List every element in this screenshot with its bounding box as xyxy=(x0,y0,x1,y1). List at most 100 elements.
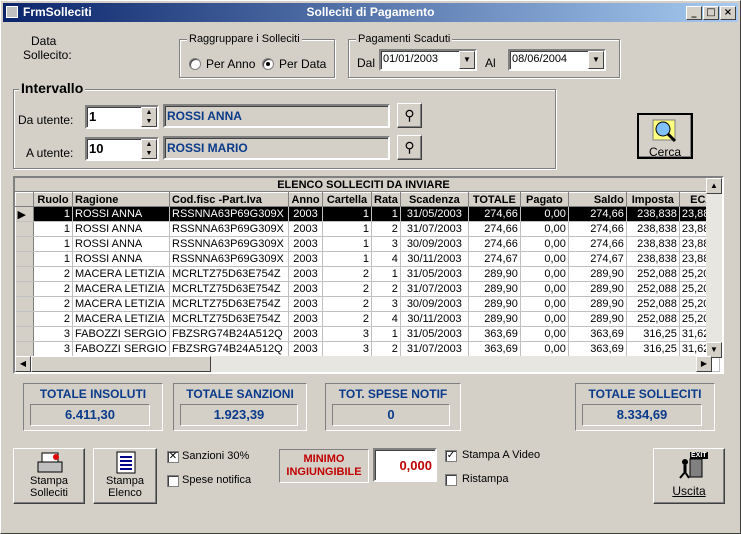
dal-dropdown-icon[interactable]: ▼ xyxy=(459,51,475,69)
scroll-up-icon[interactable]: ▲ xyxy=(706,178,722,194)
row-selector[interactable] xyxy=(15,236,34,252)
scroll-left-icon[interactable]: ◀ xyxy=(15,356,31,372)
ristampa-checkbox[interactable] xyxy=(445,474,457,486)
table-cell: 2003 xyxy=(288,206,323,222)
column-header[interactable]: Imposta xyxy=(625,192,680,207)
spese-notif-value: 0 xyxy=(332,404,450,426)
dal-date-value: 01/01/2003 xyxy=(383,53,439,65)
table-cell: 274,67 xyxy=(468,251,521,267)
al-label: Al xyxy=(485,56,496,70)
column-header[interactable]: Cartella xyxy=(322,192,372,207)
row-selector[interactable] xyxy=(15,296,34,312)
table-row[interactable]: 3 FABOZZI SERGIO FBZSRG74B24A512Q 2003 3 1 31/… xyxy=(15,326,720,342)
minimo-ingiungibile-box: MINIMO INGIUNGIBILE xyxy=(279,449,369,483)
column-header[interactable]: Pagato xyxy=(519,192,569,207)
binoculars-da-button[interactable]: ⚲ xyxy=(397,103,422,128)
table-cell: 1 xyxy=(371,266,401,282)
row-selector[interactable] xyxy=(15,266,34,282)
table-cell: 31/05/2003 xyxy=(400,326,469,342)
spese-notif-panel: TOT. SPESE NOTIF 0 xyxy=(325,383,461,431)
table-cell: 238,838 xyxy=(626,251,680,267)
stampa-elenco-button[interactable]: Stampa Elenco xyxy=(93,448,157,504)
table-cell: 0,00 xyxy=(520,311,569,327)
table-cell: RSSNNA63P69G309X xyxy=(169,236,289,252)
cerca-button[interactable]: Cerca xyxy=(637,113,693,159)
row-selector[interactable] xyxy=(15,251,34,267)
row-selector[interactable] xyxy=(15,326,34,342)
row-selector[interactable] xyxy=(15,311,34,327)
table-cell: RSSNNA63P69G309X xyxy=(169,251,289,267)
scroll-right-icon[interactable]: ▶ xyxy=(696,356,712,372)
column-header[interactable]: TOTALE xyxy=(467,192,521,207)
column-header[interactable]: Rata xyxy=(371,192,401,207)
document-list-icon xyxy=(116,451,136,474)
raggruppare-title: Raggruppare i Solleciti xyxy=(187,33,302,45)
table-row[interactable]: 2 MACERA LETIZIA MCRLTZ75D63E754Z 2003 2 1 31/… xyxy=(15,266,720,282)
maximize-button[interactable]: □ xyxy=(703,6,719,20)
current-row-arrow-icon[interactable]: ▶ xyxy=(15,206,34,222)
table-cell: 0,00 xyxy=(520,236,569,252)
da-utente-input[interactable]: 1 ▲ ▼ xyxy=(85,105,159,129)
table-cell: 274,67 xyxy=(568,251,627,267)
table-cell: 2003 xyxy=(288,266,323,282)
spese-notifica-checkbox[interactable] xyxy=(167,475,179,487)
binoculars-a-button[interactable]: ⚲ xyxy=(397,135,422,160)
stampa-solleciti-button[interactable]: Stampa Solleciti xyxy=(13,448,85,504)
stampa-video-label: Stampa A Video xyxy=(462,449,541,461)
solleciti-grid[interactable]: ELENCO SOLLECITI DA INVIARE Ruolo Ragion… xyxy=(13,176,724,374)
column-header[interactable]: Saldo xyxy=(567,192,627,207)
table-cell: 289,90 xyxy=(468,296,521,312)
vertical-scrollbar[interactable]: ▲ ▼ xyxy=(706,178,722,358)
minimize-button[interactable]: _ xyxy=(686,6,702,20)
table-row[interactable]: 2 MACERA LETIZIA MCRLTZ75D63E754Z 2003 2 3 30/… xyxy=(15,296,720,312)
table-row[interactable]: 1 ROSSI ANNA RSSNNA63P69G309X 2003 1 3 30/09/2… xyxy=(15,236,720,252)
table-cell: 289,90 xyxy=(468,311,521,327)
close-button[interactable]: × xyxy=(720,6,736,20)
sanzioni-checkbox[interactable]: ✕ xyxy=(167,451,179,463)
table-row[interactable]: 1 ROSSI ANNA RSSNNA63P69G309X 2003 1 4 30/11/2… xyxy=(15,251,720,267)
table-cell: 1 xyxy=(33,236,73,252)
row-selector[interactable] xyxy=(15,221,34,237)
pagamenti-title: Pagamenti Scaduti xyxy=(356,33,453,45)
column-header[interactable]: Cod.fisc -Part.Iva xyxy=(169,192,289,207)
stampa-solleciti-label: Stampa Solleciti xyxy=(14,475,84,499)
table-cell: MCRLTZ75D63E754Z xyxy=(169,311,289,327)
dal-date-combo[interactable]: 01/01/2003 ▼ xyxy=(379,49,477,71)
al-date-combo[interactable]: 08/06/2004 ▼ xyxy=(508,49,606,71)
table-cell: 3 xyxy=(371,296,401,312)
uscita-button[interactable]: EXIT Uscita xyxy=(653,448,725,504)
table-row[interactable]: ▶ 1 ROSSI ANNA RSSNNA63P69G309X 2003 1 1 31/05/… xyxy=(15,206,720,222)
table-cell: MACERA LETIZIA xyxy=(72,281,170,297)
table-cell: 31/05/2003 xyxy=(400,206,469,222)
table-row[interactable]: 1 ROSSI ANNA RSSNNA63P69G309X 2003 1 2 31/07/2… xyxy=(15,221,720,237)
a-utente-spin-icon[interactable]: ▲ ▼ xyxy=(141,139,157,159)
column-header[interactable]: Ruolo xyxy=(33,192,73,207)
table-cell: 2 xyxy=(371,341,401,357)
minimo-value-input[interactable]: 0,000 xyxy=(373,448,437,482)
table-row[interactable]: 2 MACERA LETIZIA MCRLTZ75D63E754Z 2003 2 4 30/… xyxy=(15,311,720,327)
ristampa-label: Ristampa xyxy=(462,473,509,485)
table-row[interactable]: 2 MACERA LETIZIA MCRLTZ75D63E754Z 2003 2 2 31/… xyxy=(15,281,720,297)
scroll-thumb[interactable] xyxy=(31,356,211,372)
table-cell: 2 xyxy=(33,296,73,312)
horizontal-scrollbar[interactable]: ◀ ▶ xyxy=(15,356,712,372)
column-header[interactable]: Ragione xyxy=(72,192,170,207)
row-selector[interactable] xyxy=(15,341,34,357)
table-cell: 2003 xyxy=(288,311,323,327)
a-utente-input[interactable]: 10 ▲ ▼ xyxy=(85,137,159,161)
per-anno-radio[interactable] xyxy=(189,58,201,70)
exit-door-icon xyxy=(679,458,703,479)
column-header[interactable]: Anno xyxy=(288,192,323,207)
totale-solleciti-label: TOTALE SOLLECITI xyxy=(588,387,702,401)
stampa-solleciti-line2: Solleciti xyxy=(30,487,68,499)
table-cell: MACERA LETIZIA xyxy=(72,266,170,282)
row-selector[interactable] xyxy=(15,281,34,297)
data-sollecito-label-1: Data xyxy=(31,34,57,48)
column-header[interactable]: Scadenza xyxy=(399,192,469,207)
table-cell: 238,838 xyxy=(626,221,680,237)
al-dropdown-icon[interactable]: ▼ xyxy=(588,51,604,69)
stampa-video-checkbox[interactable]: ✓ xyxy=(445,450,457,462)
da-utente-spin-icon[interactable]: ▲ ▼ xyxy=(141,107,157,127)
per-data-radio[interactable] xyxy=(262,58,274,70)
table-row[interactable]: 3 FABOZZI SERGIO FBZSRG74B24A512Q 2003 3 2 31/… xyxy=(15,341,720,357)
